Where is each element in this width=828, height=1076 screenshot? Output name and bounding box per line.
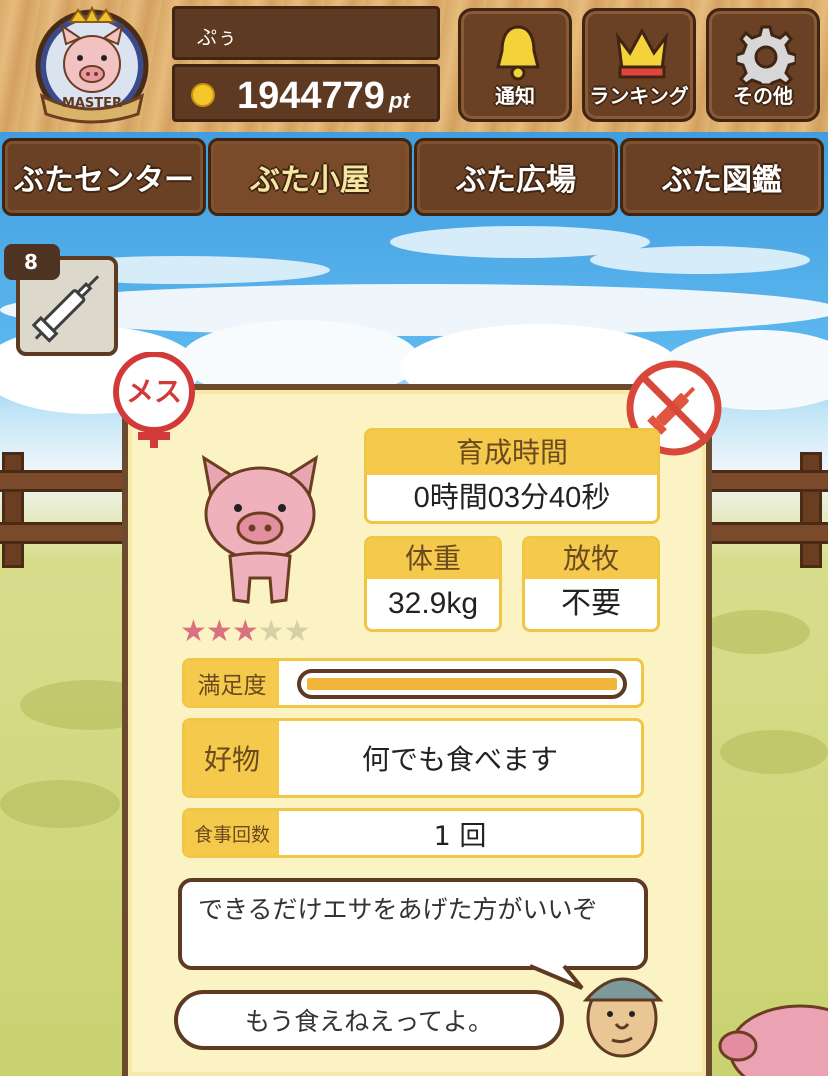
item-count-badge: 8 [4,244,60,280]
growth-time-label: 育成時間 [367,431,657,475]
weight-value: 32.9kg [387,587,479,620]
points-unit: pt [388,88,410,113]
crown-icon [615,27,669,79]
bell-icon [496,25,540,81]
meal-count-label: 食事回数 [185,811,279,855]
top-header: MASTER ぷぅ 1944779 pt 通知 ランキング その他 [0,0,828,132]
other-button[interactable]: その他 [706,8,820,122]
meal-count-value: 1 回 [433,820,487,852]
favorite-food-label: 好物 [185,721,279,795]
gear-icon [736,25,796,85]
ranking-button[interactable]: ランキング [582,8,696,122]
notification-button[interactable]: 通知 [458,8,572,122]
main-tabs: ぶたセンター ぶた小屋 ぶた広場 ぶた図鑑 [0,132,828,220]
pig-edge-right [718,1004,828,1076]
growth-time-value: 0時間03分40秒 [413,482,611,514]
tab-buta-koya[interactable]: ぶた小屋 [208,138,412,216]
notification-label: 通知 [495,84,535,108]
farmer-avatar[interactable] [576,962,672,1066]
rating-star: ★ [231,614,259,649]
rating-star: ★ [257,614,285,649]
user-name: ぷぅ [197,25,237,49]
other-label: その他 [733,84,793,108]
gender-label: メス [125,375,182,408]
farmer-advice-text: できるだけエサをあげた方がいいぞ [198,895,598,924]
rating-star: ★ [283,614,311,649]
coin-icon [191,83,215,107]
ranking-label: ランキング [589,84,689,108]
grass-patch [720,730,828,774]
tab-buta-zukan[interactable]: ぶた図鑑 [620,138,824,216]
favorite-food-row: 好物 何でも食べます [182,718,644,798]
rating-star: ★ [180,614,207,649]
rating-star: ★ [205,614,233,649]
pig-comment-bubble: もう食えねえってよ。 [174,990,564,1050]
satisfaction-label: 満足度 [185,661,279,705]
grazing-panel: 放牧 不要 [522,536,660,632]
growth-time-panel: 育成時間 0時間03分40秒 [364,428,660,524]
rating-stars: ★★★★★ [180,614,311,649]
pig-portrait [201,454,319,604]
satisfaction-row: 満足度 [182,658,644,708]
pig-comment-text: もう食えねえってよ。 [244,1007,493,1036]
master-badge[interactable]: MASTER [22,4,162,128]
points-number: 1944779 [237,75,385,117]
meal-count-row: 食事回数 1 回 [182,808,644,858]
master-badge-text: MASTER [61,96,123,111]
grass-patch [0,780,120,828]
satisfaction-meter-fill [307,678,617,690]
grazing-value: 不要 [561,587,621,620]
satisfaction-meter [297,669,627,699]
grazing-label: 放牧 [525,539,657,579]
points-panel: 1944779 pt [172,64,440,122]
farmer-advice-bubble: できるだけエサをあげた方がいいぞ [178,878,648,970]
weight-label: 体重 [367,539,499,579]
tab-buta-hiroba[interactable]: ぶた広場 [414,138,618,216]
weight-panel: 体重 32.9kg [364,536,502,632]
grass-patch [700,610,810,654]
favorite-food-value: 何でも食べます [361,743,558,776]
tab-buta-center[interactable]: ぶたセンター [2,138,206,216]
points-value: 1944779 pt [237,75,410,118]
user-name-panel: ぷぅ [172,6,440,60]
